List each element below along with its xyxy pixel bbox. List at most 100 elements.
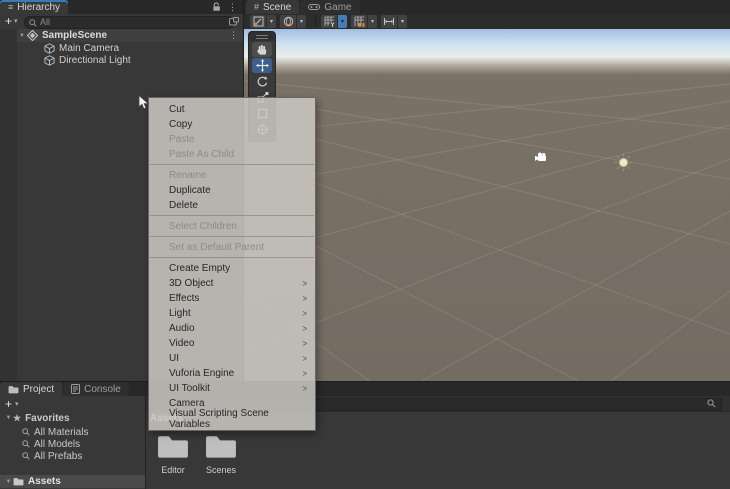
move-tool-button[interactable] — [252, 58, 272, 73]
open-folder-icon — [13, 478, 24, 486]
tab-game[interactable]: Game — [300, 0, 360, 14]
mouse-cursor-icon — [138, 95, 150, 110]
scene-lighting-button[interactable]: ▾ — [280, 15, 306, 28]
asset-folder-editor[interactable]: Editor — [150, 432, 196, 475]
star-icon: ★ — [13, 412, 22, 423]
snap-to-grid-button[interactable]: ▾ — [351, 15, 377, 28]
collapse-arrow-icon[interactable]: ▼ — [4, 415, 13, 421]
tab-hierarchy[interactable]: ≡ Hierarchy — [0, 0, 69, 14]
view-hand-tool-button[interactable] — [252, 42, 272, 57]
menu-item-vuforia-engine[interactable]: Vuforia Engine > — [149, 366, 315, 381]
menu-separator — [150, 236, 314, 237]
all-models-label: All Models — [34, 438, 81, 450]
scene-grid — [244, 80, 730, 381]
collapse-arrow-icon[interactable]: ▼ — [4, 479, 13, 485]
search-icon — [22, 452, 30, 460]
menu-item-duplicate[interactable]: Duplicate — [149, 183, 315, 198]
favorite-all-prefabs[interactable]: All Prefabs — [0, 450, 145, 462]
create-dropdown-arrow-icon[interactable]: ▾ — [14, 15, 18, 29]
hierarchy-context-menu: Cut Copy Paste Paste As Child Rename Dup… — [148, 97, 316, 431]
folder-icon — [206, 436, 236, 458]
hierarchy-kebab-icon[interactable]: ⋮ — [228, 2, 237, 13]
dropdown-arrow-icon[interactable]: ▾ — [267, 15, 276, 28]
scene-viewport[interactable] — [244, 29, 730, 381]
snap-increment-icon — [384, 18, 394, 25]
project-tree-column: + ▾ ▼ ★ Favorites All Materials All Mode… — [0, 396, 146, 489]
dropdown-arrow-icon[interactable]: ▾ — [297, 15, 306, 28]
menu-item-select-children: Select Children — [169, 221, 237, 232]
tab-project-label: Project — [23, 383, 55, 395]
camera-gizmo-icon[interactable] — [534, 152, 548, 163]
snap-increment-button[interactable]: ▾ — [381, 15, 407, 28]
menu-item-effects[interactable]: Effects > — [149, 291, 315, 306]
directional-light-label: Directional Light — [59, 55, 131, 66]
toolbar-separator — [315, 16, 316, 27]
menu-item-paste: Paste — [169, 134, 195, 145]
grid-dropdown-arrow-icon[interactable]: ▾ — [338, 15, 347, 28]
scene-tabbar: # Scene Game — [244, 0, 730, 14]
project-create-button[interactable]: + — [5, 397, 12, 411]
gameobject-icon — [44, 55, 55, 66]
collapse-arrow-icon[interactable]: ▼ — [17, 33, 27, 39]
menu-item-3d-object[interactable]: 3D Object > — [149, 276, 315, 291]
asset-folder-scenes[interactable]: Scenes — [198, 432, 244, 475]
submenu-arrow-icon: > — [302, 323, 307, 334]
search-icon — [29, 18, 37, 27]
submenu-arrow-icon: > — [302, 353, 307, 364]
menu-item-create-empty[interactable]: Create Empty — [149, 261, 315, 276]
favorites-row[interactable]: ▼ ★ Favorites — [0, 412, 145, 424]
create-object-button[interactable]: + — [5, 14, 12, 28]
search-icon[interactable] — [707, 399, 716, 408]
dropdown-arrow-icon[interactable]: ▾ — [368, 15, 377, 28]
assets-tree-row[interactable]: ▼ Assets — [0, 475, 145, 488]
menu-item-cut[interactable]: Cut — [149, 102, 315, 117]
gamepad-icon — [308, 4, 321, 10]
favorites-label: Favorites — [25, 412, 70, 424]
directional-light-gizmo-icon[interactable] — [614, 153, 633, 172]
lock-icon[interactable] — [212, 2, 221, 12]
menu-item-copy[interactable]: Copy — [149, 117, 315, 132]
favorite-all-models[interactable]: All Models — [0, 438, 145, 450]
tab-console-label: Console — [84, 383, 121, 395]
dropdown-arrow-icon[interactable]: ▾ — [398, 15, 407, 28]
hand-icon — [257, 44, 267, 55]
console-icon — [71, 384, 81, 394]
folder-editor-label: Editor — [161, 465, 185, 475]
scene-picking-button[interactable]: ▾ — [250, 15, 276, 28]
main-camera-label: Main Camera — [59, 43, 120, 54]
samplescene-kebab-icon[interactable]: ⋮ — [229, 30, 238, 41]
menu-separator — [150, 164, 314, 165]
hierarchy-item-samplescene[interactable]: ▼ SampleScene ⋮ — [17, 29, 243, 42]
submenu-arrow-icon: > — [302, 368, 307, 379]
rotate-tool-button[interactable] — [252, 74, 272, 89]
scene-icon — [27, 30, 38, 41]
tab-hierarchy-label: Hierarchy — [17, 1, 61, 13]
unity-editor-window: ≡ Hierarchy ⋮ + ▾ All ▼ SampleScene ⋮ Ma… — [0, 0, 730, 489]
project-create-dropdown-icon[interactable]: ▾ — [15, 398, 19, 412]
menu-item-audio[interactable]: Audio > — [149, 321, 315, 336]
submenu-arrow-icon: > — [302, 383, 307, 394]
tab-console[interactable]: Console — [63, 382, 129, 396]
project-panel: Project Console + ▾ ▼ ★ Favorites All Ma… — [0, 381, 730, 489]
assets-tree-label: Assets — [28, 476, 61, 487]
favorite-all-materials[interactable]: All Materials — [0, 426, 145, 438]
hierarchy-item-directional-light[interactable]: Directional Light — [17, 54, 243, 67]
scene-panel: # Scene Game ▾ ▾ ▾ ▾ ▾ — [244, 0, 730, 381]
tab-project[interactable]: Project — [0, 382, 63, 396]
hamburger-icon: ≡ — [8, 1, 14, 12]
search-icon — [22, 440, 30, 448]
menu-item-ui-toolkit[interactable]: UI Toolkit > — [149, 381, 315, 396]
tab-scene[interactable]: # Scene — [246, 0, 300, 14]
grid-visibility-button[interactable]: ▾ — [321, 15, 347, 28]
project-tabbar: Project Console — [0, 382, 730, 396]
menu-item-visual-scripting-scene-variables[interactable]: Visual Scripting Scene Variables — [149, 408, 315, 430]
menu-item-rename: Rename — [169, 170, 207, 181]
palette-drag-handle[interactable] — [249, 32, 275, 41]
menu-item-ui[interactable]: UI > — [149, 351, 315, 366]
menu-item-delete[interactable]: Delete — [149, 198, 315, 213]
open-search-window-icon[interactable] — [229, 17, 239, 26]
folder-icon — [8, 385, 19, 393]
menu-item-light[interactable]: Light > — [149, 306, 315, 321]
hierarchy-search-input[interactable]: All — [24, 16, 234, 29]
menu-item-video[interactable]: Video > — [149, 336, 315, 351]
